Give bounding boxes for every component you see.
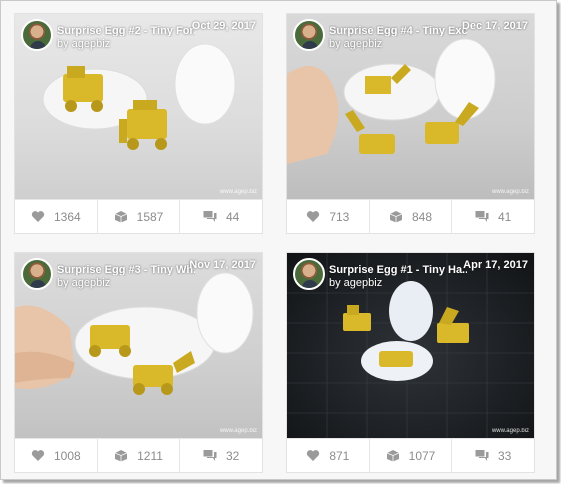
thing-card[interactable]: Surprise Egg #3 - Tiny Wh... by agepbiz … bbox=[14, 252, 263, 473]
author-avatar[interactable] bbox=[293, 19, 325, 51]
like-count: 713 bbox=[329, 209, 350, 224]
collect-button[interactable]: 1211 bbox=[98, 439, 181, 472]
thing-date: Nov 17, 2017 bbox=[189, 259, 256, 271]
thing-author[interactable]: by agepbiz bbox=[57, 38, 110, 50]
like-button[interactable]: 871 bbox=[287, 439, 370, 472]
author-avatar[interactable] bbox=[21, 258, 53, 290]
author-avatar[interactable] bbox=[293, 258, 325, 290]
thing-title[interactable]: Surprise Egg #4 - Tiny Exc... bbox=[329, 25, 467, 37]
image-watermark: www.agep.biz bbox=[219, 428, 257, 434]
heart-icon bbox=[307, 450, 320, 461]
like-count: 1008 bbox=[53, 448, 81, 463]
comment-icon bbox=[203, 211, 217, 222]
comment-count: 33 bbox=[498, 448, 512, 463]
like-button[interactable]: 1008 bbox=[15, 439, 98, 472]
stats-bar: 713 848 41 bbox=[287, 199, 534, 233]
thing-thumbnail[interactable]: Surprise Egg #1 - Tiny Ha... by agepbiz … bbox=[287, 253, 534, 438]
comment-button[interactable]: 44 bbox=[180, 200, 262, 233]
comment-icon bbox=[475, 450, 489, 461]
collect-count: 1587 bbox=[136, 209, 164, 224]
collect-icon bbox=[114, 450, 128, 462]
thing-date: Oct 29, 2017 bbox=[191, 20, 256, 32]
heart-icon bbox=[307, 211, 320, 222]
comment-icon bbox=[475, 211, 489, 222]
like-button[interactable]: 713 bbox=[287, 200, 370, 233]
stats-bar: 871 1077 33 bbox=[287, 438, 534, 472]
like-count: 871 bbox=[329, 448, 350, 463]
comment-count: 32 bbox=[226, 448, 240, 463]
thing-title[interactable]: Surprise Egg #2 - Tiny For... bbox=[57, 25, 195, 37]
collect-button[interactable]: 1077 bbox=[370, 439, 453, 472]
thing-title[interactable]: Surprise Egg #1 - Tiny Ha... bbox=[329, 264, 467, 276]
gallery-frame: Surprise Egg #2 - Tiny For... by agepbiz… bbox=[0, 0, 557, 480]
thumbnail-image bbox=[287, 38, 496, 164]
thing-card[interactable]: Surprise Egg #2 - Tiny For... by agepbiz… bbox=[14, 13, 263, 234]
collect-icon bbox=[114, 211, 127, 223]
heart-icon bbox=[31, 211, 45, 222]
collect-count: 1211 bbox=[137, 448, 163, 463]
image-watermark: www.agep.biz bbox=[491, 189, 529, 195]
image-watermark: www.agep.biz bbox=[491, 428, 529, 434]
like-button[interactable]: 1364 bbox=[15, 200, 98, 233]
thumbnail-image bbox=[42, 43, 236, 150]
stats-bar: 1008 1211 32 bbox=[15, 438, 262, 472]
collect-icon bbox=[386, 450, 399, 462]
thing-card[interactable]: Surprise Egg #1 - Tiny Ha... by agepbiz … bbox=[286, 252, 535, 473]
collect-button[interactable]: 848 bbox=[370, 200, 453, 233]
comment-count: 44 bbox=[226, 209, 240, 224]
author-avatar[interactable] bbox=[21, 19, 53, 51]
comment-icon bbox=[203, 450, 217, 461]
thing-author[interactable]: by agepbiz bbox=[329, 38, 382, 50]
like-count: 1364 bbox=[53, 209, 81, 224]
collect-count: 848 bbox=[411, 209, 433, 224]
thing-date: Apr 17, 2017 bbox=[463, 259, 528, 271]
comment-button[interactable]: 32 bbox=[180, 439, 262, 472]
comment-button[interactable]: 33 bbox=[452, 439, 534, 472]
collect-icon bbox=[389, 211, 403, 223]
thumbnail-image bbox=[15, 272, 254, 395]
collect-button[interactable]: 1587 bbox=[98, 200, 181, 233]
thing-thumbnail[interactable]: Surprise Egg #2 - Tiny For... by agepbiz… bbox=[15, 14, 262, 199]
collect-count: 1077 bbox=[408, 448, 436, 463]
thing-thumbnail[interactable]: Surprise Egg #4 - Tiny Exc... by agepbiz… bbox=[287, 14, 534, 199]
image-watermark: www.agep.biz bbox=[219, 189, 257, 195]
comment-count: 41 bbox=[498, 209, 512, 224]
thing-author[interactable]: by agepbiz bbox=[329, 277, 382, 289]
thing-title[interactable]: Surprise Egg #3 - Tiny Wh... bbox=[57, 264, 195, 276]
stats-bar: 1364 1587 44 bbox=[15, 199, 262, 233]
thing-thumbnail[interactable]: Surprise Egg #3 - Tiny Wh... by agepbiz … bbox=[15, 253, 262, 438]
thing-date: Dec 17, 2017 bbox=[461, 20, 528, 32]
thing-author[interactable]: by agepbiz bbox=[57, 277, 110, 289]
thumbnail-image bbox=[287, 253, 534, 438]
heart-icon bbox=[31, 450, 45, 461]
thing-card[interactable]: Surprise Egg #4 - Tiny Exc... by agepbiz… bbox=[286, 13, 535, 234]
comment-button[interactable]: 41 bbox=[452, 200, 534, 233]
